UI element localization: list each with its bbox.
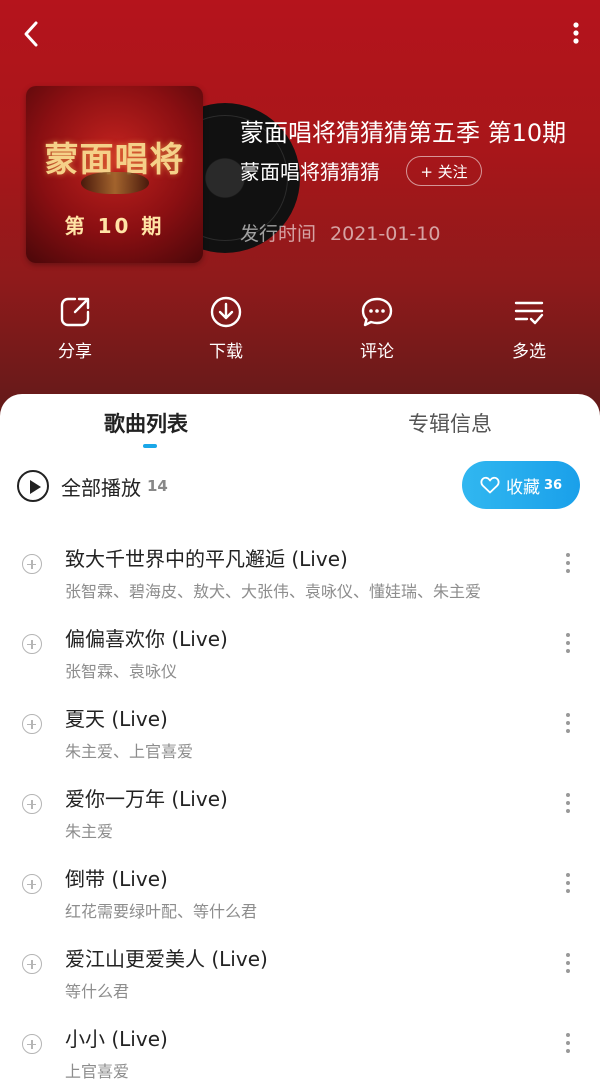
add-icon[interactable] (22, 554, 42, 574)
comment-button[interactable]: 评论 (327, 295, 427, 362)
release-date: 2021-01-10 (330, 223, 441, 245)
add-icon[interactable] (22, 794, 42, 814)
more-vertical-icon[interactable] (556, 788, 580, 818)
more-vertical-icon[interactable] (556, 548, 580, 578)
artist-name[interactable]: 蒙面唱将猜猜猜 (240, 156, 380, 185)
album-header: 蒙面唱将 第 10 期 蒙面唱将猜猜猜第五季 第10期 蒙面唱将猜猜猜 + 关注… (0, 0, 600, 430)
favorite-label: 收藏 (505, 477, 540, 498)
play-all-label: 全部播放 (61, 475, 141, 500)
song-row[interactable]: 夏天 (Live) 朱主爱、上官喜爱 (0, 690, 600, 770)
more-vertical-icon[interactable] (556, 868, 580, 898)
comment-icon (361, 297, 393, 327)
multi-select-button[interactable]: 多选 (479, 295, 579, 362)
download-button[interactable]: 下载 (176, 295, 276, 362)
song-title: 爱江山更爱美人 (Live) (65, 947, 268, 971)
follow-button[interactable]: + 关注 (406, 156, 482, 186)
more-vertical-icon[interactable] (556, 1028, 580, 1058)
song-list-panel: 歌曲列表 专辑信息 全部播放 14 收藏 36 致大千世界中的平凡邂逅 (Liv… (0, 394, 600, 1079)
share-button[interactable]: 分享 (25, 295, 125, 362)
add-icon[interactable] (22, 714, 42, 734)
song-title: 夏天 (Live) (65, 707, 168, 731)
song-artist: 张智霖、碧海皮、敖犬、大张伟、袁咏仪、懂娃瑞、朱主爱 (65, 582, 482, 601)
download-label: 下载 (209, 342, 243, 362)
release-label: 发行时间 (240, 223, 317, 245)
multi-select-icon (514, 301, 544, 325)
play-all-button[interactable]: 全部播放 14 (17, 469, 168, 503)
album-cover[interactable]: 蒙面唱将 第 10 期 (26, 86, 203, 263)
action-bar: 分享 下载 评论 多选 (0, 295, 600, 375)
comment-label: 评论 (360, 342, 394, 362)
add-icon[interactable] (22, 954, 42, 974)
more-vertical-icon[interactable] (556, 948, 580, 978)
chevron-left-icon (24, 21, 38, 47)
back-button[interactable] (14, 16, 50, 52)
song-title: 爱你一万年 (Live) (65, 787, 228, 811)
add-icon[interactable] (22, 874, 42, 894)
song-artist: 张智霖、袁咏仪 (65, 662, 178, 681)
active-tab-indicator (143, 444, 157, 448)
song-artist: 上官喜爱 (65, 1062, 130, 1079)
song-artist: 朱主爱、上官喜爱 (65, 742, 194, 761)
tab-song-list[interactable]: 歌曲列表 (104, 408, 188, 438)
song-artist: 朱主爱 (65, 822, 114, 841)
song-artist: 红花需要绿叶配、等什么君 (65, 902, 258, 921)
add-icon[interactable] (22, 1034, 42, 1054)
heart-icon (480, 476, 500, 494)
more-vertical-icon[interactable] (556, 628, 580, 658)
play-icon (17, 470, 49, 502)
favorite-button[interactable]: 收藏 36 (462, 461, 580, 509)
song-row[interactable]: 偏偏喜欢你 (Live) 张智霖、袁咏仪 (0, 610, 600, 690)
song-row[interactable]: 小小 (Live) 上官喜爱 (0, 1010, 600, 1079)
song-row[interactable]: 爱江山更爱美人 (Live) 等什么君 (0, 930, 600, 1010)
mask-decoration (81, 172, 149, 194)
cover-episode: 第 10 期 (64, 214, 165, 238)
tab-album-info[interactable]: 专辑信息 (408, 408, 492, 438)
more-vertical-icon[interactable] (556, 708, 580, 738)
song-title: 小小 (Live) (65, 1027, 168, 1051)
album-title: 蒙面唱将猜猜猜第五季 第10期 (240, 119, 567, 147)
multi-select-label: 多选 (512, 342, 546, 362)
song-title: 致大千世界中的平凡邂逅 (Live) (65, 547, 348, 571)
song-row[interactable]: 致大千世界中的平凡邂逅 (Live) 张智霖、碧海皮、敖犬、大张伟、袁咏仪、懂娃… (0, 530, 600, 610)
song-artist: 等什么君 (65, 982, 130, 1001)
song-count: 14 (147, 477, 168, 495)
song-row[interactable]: 爱你一万年 (Live) 朱主爱 (0, 770, 600, 850)
more-options-button[interactable] (564, 16, 588, 52)
favorite-count: 36 (543, 477, 563, 493)
share-label: 分享 (58, 342, 92, 362)
download-icon (210, 296, 242, 328)
top-bar (0, 0, 600, 70)
song-title: 倒带 (Live) (65, 867, 168, 891)
song-title: 偏偏喜欢你 (Live) (65, 627, 228, 651)
more-vertical-icon (573, 22, 579, 44)
song-row[interactable]: 倒带 (Live) 红花需要绿叶配、等什么君 (0, 850, 600, 930)
share-icon (60, 297, 90, 327)
release-info: 发行时间 2021-01-10 (240, 219, 440, 246)
add-icon[interactable] (22, 634, 42, 654)
